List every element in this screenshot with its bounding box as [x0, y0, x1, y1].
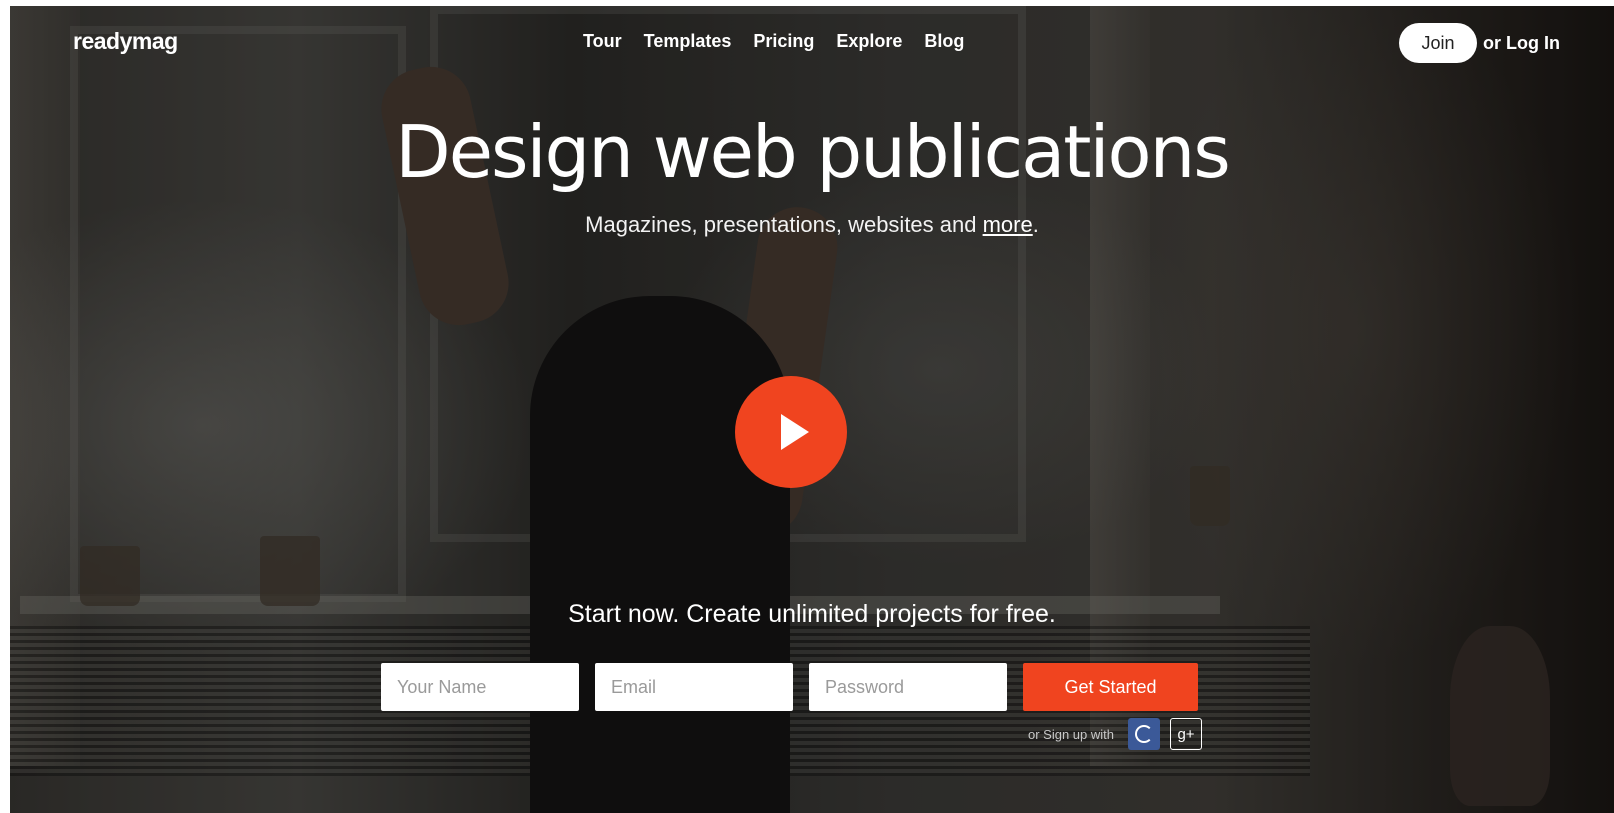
top-bar: readymag Tour Templates Pricing Explore …	[10, 6, 1614, 82]
spinner-icon	[1135, 725, 1153, 743]
more-link[interactable]: more	[983, 212, 1033, 237]
readymag-logo[interactable]: readymag	[73, 28, 178, 55]
social-signup-label: or Sign up with	[1028, 726, 1114, 742]
page-title: Design web publications	[395, 110, 1230, 194]
play-icon	[781, 414, 809, 450]
signup-form: Get Started	[381, 663, 1198, 711]
nav-templates[interactable]: Templates	[644, 31, 732, 52]
nav-pricing[interactable]: Pricing	[753, 31, 814, 52]
nav-explore[interactable]: Explore	[836, 31, 902, 52]
hero-section: readymag Tour Templates Pricing Explore …	[10, 6, 1614, 813]
google-plus-signup-button[interactable]: g+	[1170, 718, 1202, 750]
password-field[interactable]	[809, 663, 1007, 711]
join-button[interactable]: Join	[1399, 23, 1478, 63]
get-started-button[interactable]: Get Started	[1023, 663, 1198, 711]
nav-blog[interactable]: Blog	[924, 31, 964, 52]
facebook-signup-button[interactable]	[1128, 718, 1160, 750]
subtitle: Magazines, presentations, websites and m…	[10, 212, 1614, 238]
subtitle-text: Magazines, presentations, websites and	[585, 212, 983, 237]
signup-cta: Start now. Create unlimited projects for…	[568, 600, 1056, 628]
main-nav: Tour Templates Pricing Explore Blog	[583, 31, 964, 52]
subtitle-period: .	[1032, 212, 1039, 237]
social-signup: or Sign up with g+	[1028, 718, 1202, 750]
nav-tour[interactable]: Tour	[583, 31, 622, 52]
email-field[interactable]	[595, 663, 793, 711]
auth-controls: Join or Log In	[1399, 23, 1560, 63]
play-video-button[interactable]	[735, 376, 847, 488]
name-field[interactable]	[381, 663, 579, 711]
login-link[interactable]: or Log In	[1483, 33, 1560, 54]
